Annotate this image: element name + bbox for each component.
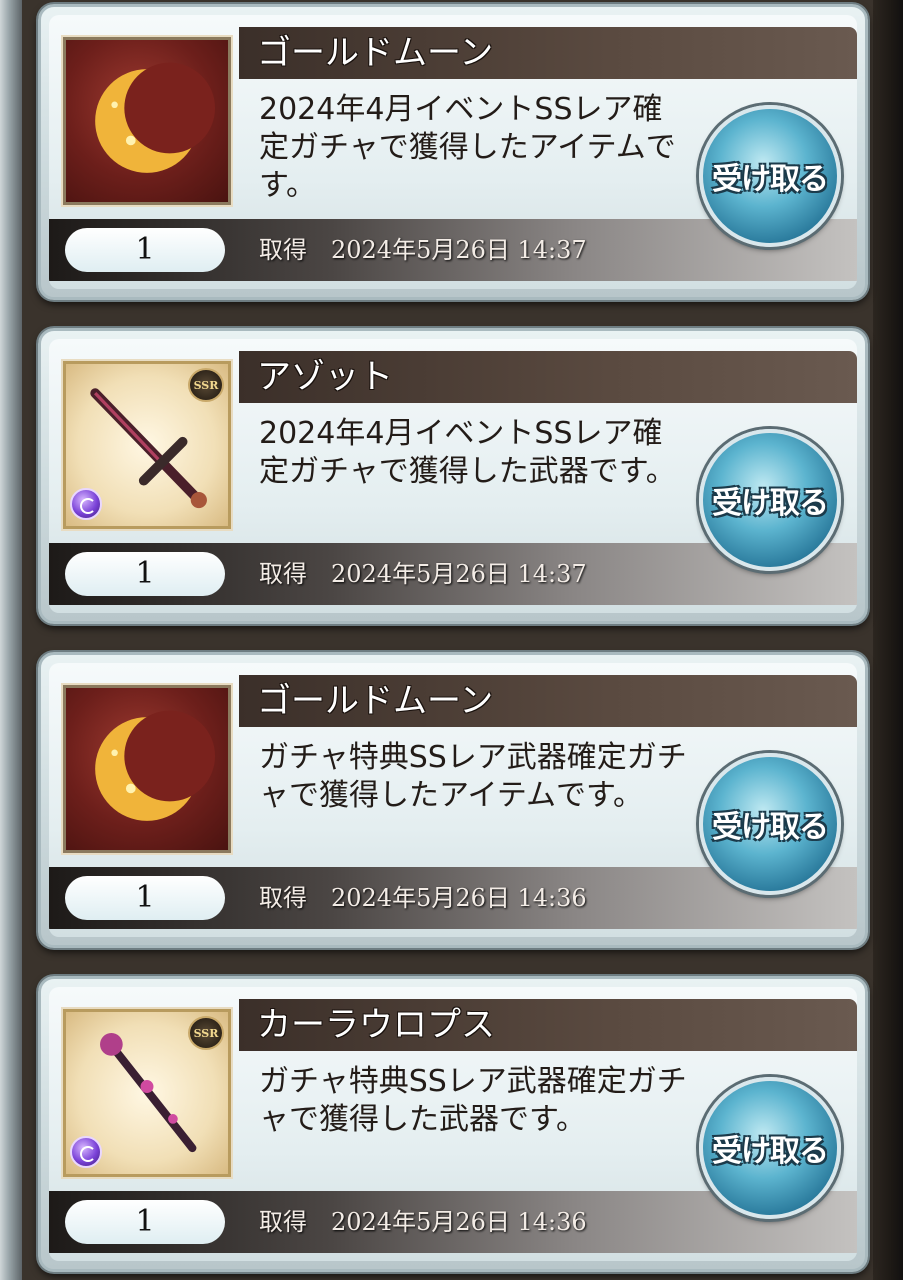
quantity-badge: 1 <box>65 228 225 272</box>
acquired-info: 取得 2024年5月26日 14:36 <box>259 879 587 917</box>
scrollbar-track[interactable] <box>873 0 903 1280</box>
gift-list: ゴールドムーン 2024年4月イベントSSレア確定ガチャで獲得したアイテムです。… <box>22 0 873 1280</box>
item-name-bar: ゴールドムーン <box>239 27 857 79</box>
acquired-info: 取得 2024年5月26日 14:37 <box>259 555 587 593</box>
receive-button-label: 受け取る <box>712 810 829 845</box>
dark-element-icon <box>70 1136 102 1168</box>
receive-button-label: 受け取る <box>712 1134 829 1169</box>
gift-card: SSR アゾット 2024年4月イベントSSレア確定ガチャで獲得した武器です。 … <box>38 328 868 624</box>
gift-card-body: ゴールドムーン 2024年4月イベントSSレア確定ガチャで獲得したアイテムです。… <box>49 15 857 289</box>
gift-card: ゴールドムーン ガチャ特典SSレア武器確定ガチャで獲得したアイテムです。 1 取… <box>38 652 868 948</box>
receive-button[interactable]: 受け取る <box>699 429 841 571</box>
acquired-label: 取得 <box>259 884 307 912</box>
acquired-info: 取得 2024年5月26日 14:37 <box>259 231 587 269</box>
acquired-info: 取得 2024年5月26日 14:36 <box>259 1203 587 1241</box>
item-name: ゴールドムーン <box>257 681 494 721</box>
left-frame <box>0 0 22 1280</box>
item-name-bar: カーラウロプス <box>239 999 857 1051</box>
gift-card-body: SSR アゾット 2024年4月イベントSSレア確定ガチャで獲得した武器です。 … <box>49 339 857 613</box>
item-name: カーラウロプス <box>257 1005 495 1045</box>
item-name-bar: アゾット <box>239 351 857 403</box>
receive-button[interactable]: 受け取る <box>699 753 841 895</box>
acquired-date: 2024年5月26日 14:36 <box>331 884 587 912</box>
acquired-label: 取得 <box>259 1208 307 1236</box>
staff-icon: SSR <box>63 1009 231 1177</box>
dark-element-icon <box>70 488 102 520</box>
item-name: ゴールドムーン <box>257 33 494 73</box>
acquired-date: 2024年5月26日 14:36 <box>331 1208 587 1236</box>
gift-card: SSR カーラウロプス ガチャ特典SSレア武器確定ガチャで獲得した武器です。 1… <box>38 976 868 1272</box>
acquired-label: 取得 <box>259 236 307 264</box>
item-name: アゾット <box>257 357 393 397</box>
item-description: ガチャ特典SSレア武器確定ガチャで獲得した武器です。 <box>259 1064 687 1137</box>
item-description: ガチャ特典SSレア武器確定ガチャで獲得したアイテムです。 <box>259 740 687 813</box>
receive-button-label: 受け取る <box>712 162 829 197</box>
acquired-date: 2024年5月26日 14:37 <box>331 560 587 588</box>
gift-card: ゴールドムーン 2024年4月イベントSSレア確定ガチャで獲得したアイテムです。… <box>38 4 868 300</box>
receive-button[interactable]: 受け取る <box>699 105 841 247</box>
gold-moon-icon <box>63 685 231 853</box>
quantity-badge: 1 <box>65 552 225 596</box>
gift-card-body: SSR カーラウロプス ガチャ特典SSレア武器確定ガチャで獲得した武器です。 1… <box>49 987 857 1261</box>
item-description: 2024年4月イベントSSレア確定ガチャで獲得した武器です。 <box>259 416 676 489</box>
quantity-badge: 1 <box>65 876 225 920</box>
ssr-badge: SSR <box>188 368 224 402</box>
sword-icon: SSR <box>63 361 231 529</box>
ssr-badge: SSR <box>188 1016 224 1050</box>
item-description: 2024年4月イベントSSレア確定ガチャで獲得したアイテムです。 <box>259 92 676 203</box>
item-name-bar: ゴールドムーン <box>239 675 857 727</box>
acquired-date: 2024年5月26日 14:37 <box>331 236 587 264</box>
gift-card-body: ゴールドムーン ガチャ特典SSレア武器確定ガチャで獲得したアイテムです。 1 取… <box>49 663 857 937</box>
acquired-label: 取得 <box>259 560 307 588</box>
receive-button-label: 受け取る <box>712 486 829 521</box>
quantity-badge: 1 <box>65 1200 225 1244</box>
gold-moon-icon <box>63 37 231 205</box>
receive-button[interactable]: 受け取る <box>699 1077 841 1219</box>
